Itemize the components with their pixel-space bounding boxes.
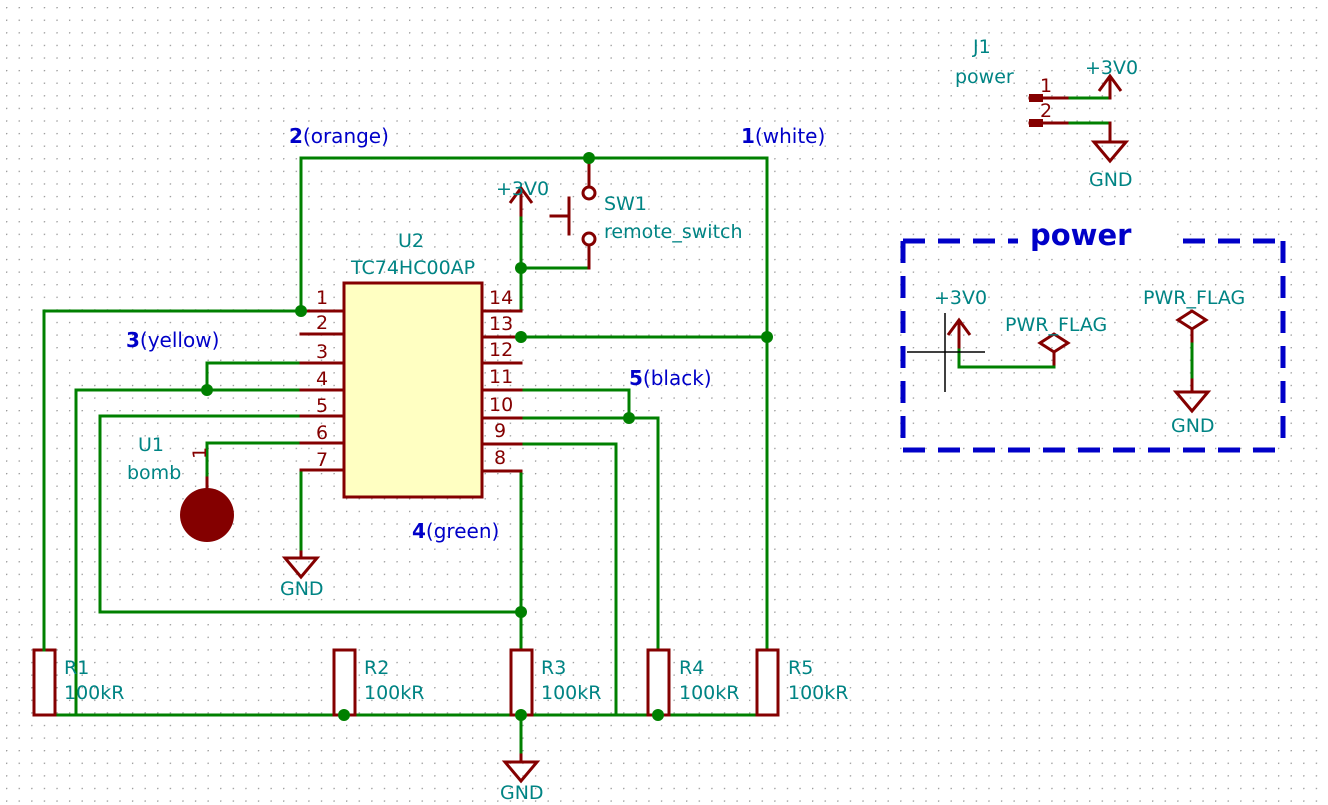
net-label-3-name: (yellow) (139, 328, 220, 352)
net-label-1-number: 1 (741, 124, 755, 148)
power-symbol-gnd-bomb[interactable] (281, 550, 321, 580)
net-label-2-orange[interactable]: 2(orange) (289, 126, 389, 146)
vcc-label-j1: +3V0 (1085, 57, 1139, 79)
u2-pin-13-number: 13 (489, 313, 514, 335)
u2-pin-9-number: 9 (494, 420, 507, 442)
net-label-3-yellow[interactable]: 3(yellow) (126, 330, 219, 350)
u2-pin-6-number: 6 (316, 422, 329, 444)
schematic-canvas[interactable]: 2(orange) 1(white) 3(yellow) 4(green) 5(… (0, 0, 1328, 805)
net-label-5-name: (black) (642, 366, 712, 390)
sw1-value[interactable]: remote_switch (604, 223, 743, 242)
component-r4[interactable] (646, 648, 671, 717)
r4-reference[interactable]: R4 (679, 659, 704, 678)
gnd-label-box: GND (1171, 415, 1215, 437)
wire-pin10-right[interactable] (480, 416, 660, 652)
u2-pin-5-number: 5 (316, 395, 329, 417)
vcc-label-sw1: +3V0 (496, 178, 550, 200)
r4-value[interactable]: 100kR (679, 684, 739, 703)
power-flag-right[interactable] (1175, 309, 1209, 394)
r1-reference[interactable]: R1 (64, 659, 89, 678)
pwr-flag-label-right: PWR_FLAG (1143, 287, 1246, 309)
u2-pin-7-number: 7 (316, 449, 329, 471)
net-label-4-number: 4 (412, 519, 426, 543)
gnd-label-j1: GND (1089, 169, 1133, 191)
component-u2-ic[interactable] (299, 281, 523, 499)
u2-pin-10-number: 10 (489, 394, 514, 416)
power-symbol-gnd-resistors[interactable] (501, 753, 541, 784)
r2-reference[interactable]: R2 (364, 659, 389, 678)
net-label-3-number: 3 (126, 328, 140, 352)
net-label-4-name: (green) (425, 519, 500, 543)
r5-value[interactable]: 100kR (788, 684, 848, 703)
r2-value[interactable]: 100kR (364, 684, 424, 703)
u1-pin-1-number: 1 (189, 446, 211, 459)
gnd-label-resistors: GND (500, 782, 544, 804)
net-label-2-number: 2 (289, 124, 303, 148)
component-r2[interactable] (332, 648, 357, 717)
j1-reference[interactable]: J1 (973, 38, 991, 57)
net-label-5-number: 5 (629, 366, 643, 390)
u2-pin-8-number: 8 (494, 447, 507, 469)
u2-pin-3-number: 3 (316, 341, 329, 363)
u2-pin-11-number: 11 (489, 366, 514, 388)
r1-value[interactable]: 100kR (64, 684, 124, 703)
wire-resistor-bottom-rail[interactable] (42, 713, 769, 762)
u2-pin-12-number: 12 (489, 339, 514, 361)
component-r1[interactable] (32, 638, 57, 717)
j1-pin-2-number: 2 (1040, 100, 1053, 122)
gnd-label-bomb: GND (280, 578, 324, 600)
component-u1-bomb[interactable] (180, 476, 234, 542)
component-sw1-switch[interactable] (549, 156, 597, 270)
u1-reference[interactable]: U1 (138, 436, 164, 455)
wire-pin7-gnd[interactable] (299, 468, 346, 554)
origin-crosshair (907, 313, 985, 392)
j1-pin-1-number: 1 (1040, 75, 1053, 97)
power-symbol-gnd-box[interactable] (1172, 390, 1212, 414)
u2-value[interactable]: TC74HC00AP (351, 259, 475, 278)
power-flag-left[interactable] (957, 332, 1071, 369)
net-label-4-green[interactable]: 4(green) (412, 521, 499, 541)
u2-reference[interactable]: U2 (398, 232, 424, 251)
net-label-5-black[interactable]: 5(black) (629, 368, 712, 388)
r5-reference[interactable]: R5 (788, 659, 813, 678)
u2-pin-2-number: 2 (316, 312, 329, 334)
power-block-title: power (1030, 218, 1132, 252)
net-label-1-name: (white) (754, 124, 826, 148)
u2-pin-14-number: 14 (489, 287, 514, 309)
u2-pin-1-number: 1 (316, 287, 329, 309)
vcc-label-box: +3V0 (934, 287, 988, 309)
power-symbol-vcc-box[interactable] (946, 317, 972, 352)
u2-pin-4-number: 4 (316, 368, 329, 390)
r3-reference[interactable]: R3 (541, 659, 566, 678)
u1-value[interactable]: bomb (127, 464, 181, 483)
component-r3[interactable] (509, 648, 534, 717)
wire-pin4-left[interactable] (74, 388, 346, 717)
wire-sw1-to-vcc[interactable] (519, 213, 591, 313)
wire-pin8-right[interactable] (480, 469, 523, 652)
component-r5[interactable] (755, 648, 780, 717)
sw1-reference[interactable]: SW1 (604, 195, 647, 214)
net-label-1-white[interactable]: 1(white) (741, 126, 825, 146)
net-label-2-name: (orange) (302, 124, 389, 148)
j1-value[interactable]: power (955, 68, 1014, 87)
power-symbol-vcc-j1[interactable] (1097, 73, 1123, 100)
r3-value[interactable]: 100kR (541, 684, 601, 703)
pwr-flag-label-left: PWR_FLAG (1005, 314, 1108, 336)
power-symbol-gnd-j1[interactable] (1090, 121, 1130, 164)
